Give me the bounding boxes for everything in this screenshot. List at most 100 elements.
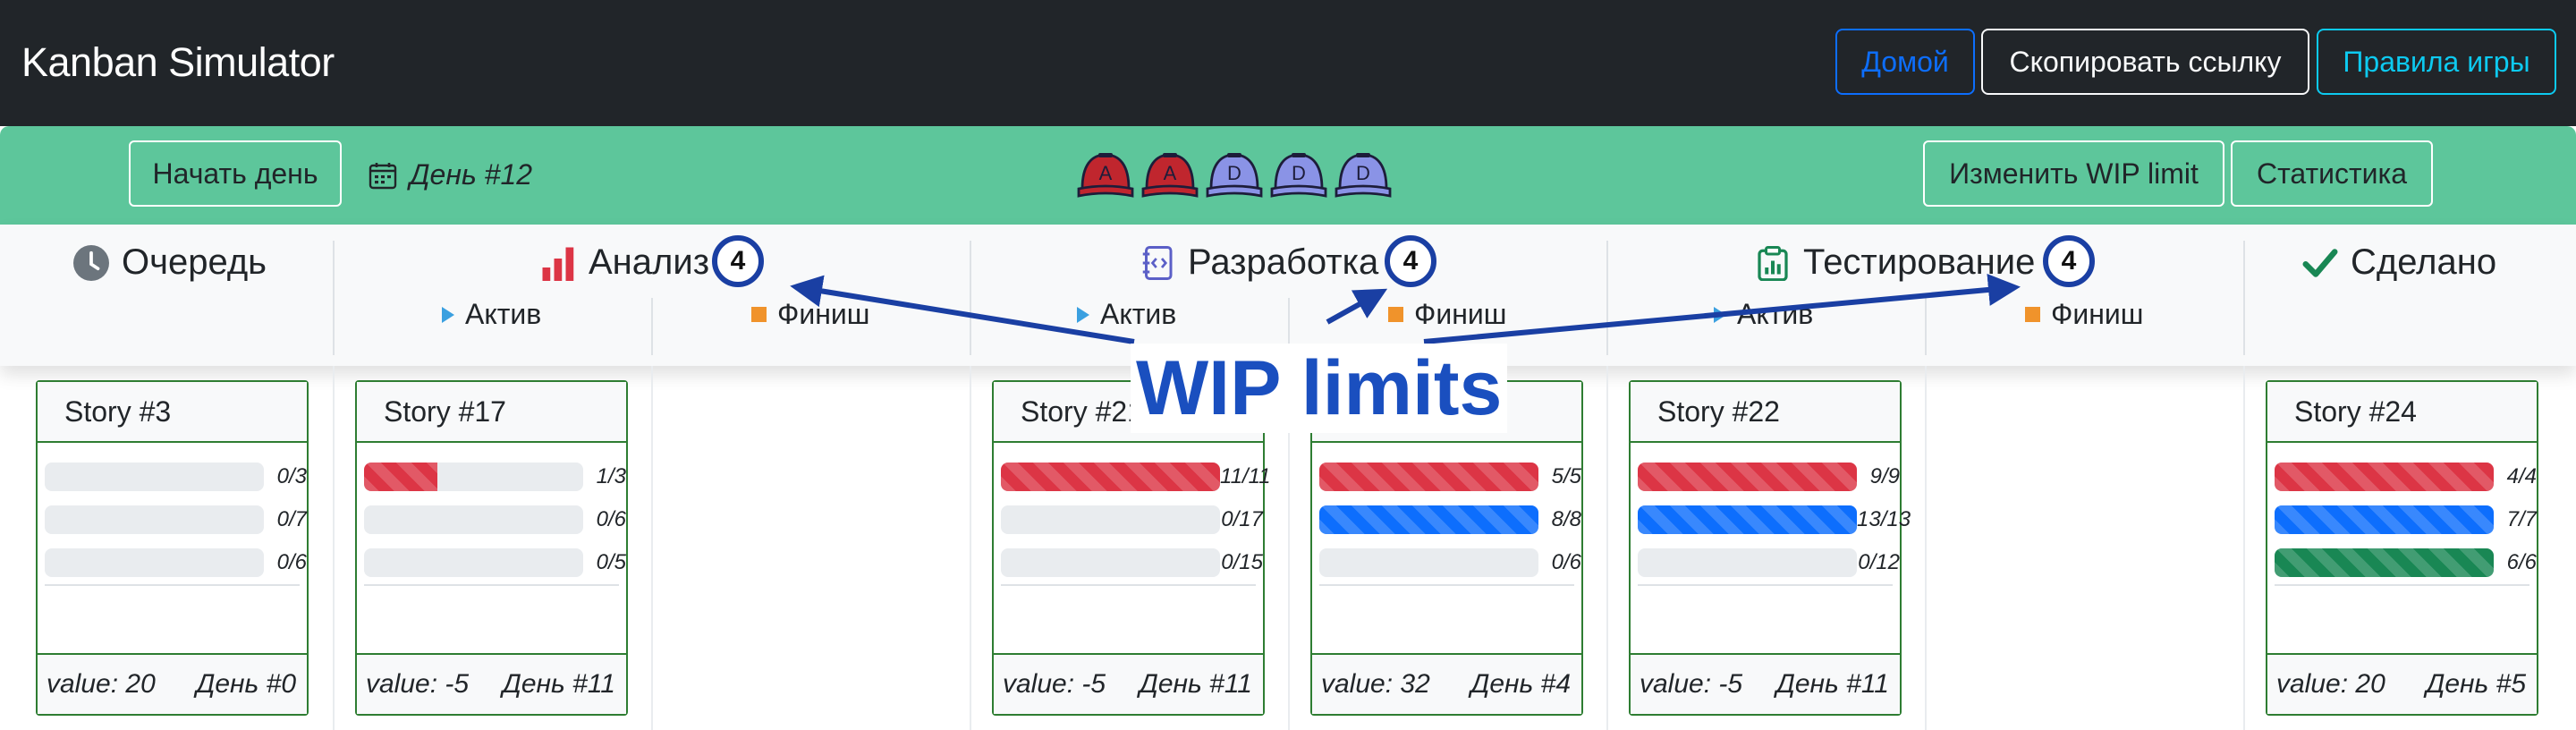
story-card[interactable]: Story #21 11/11 0/17 0/15 value: -5 День #11 xyxy=(992,380,1271,716)
progress-row: 11/11 xyxy=(1001,463,1271,491)
story-card[interactable]: Story #17 1/3 0/6 0/5 value: -5 День #11 xyxy=(355,380,628,716)
progress-bar xyxy=(1001,548,1220,577)
progress-fill xyxy=(2275,548,2494,577)
progress-bar xyxy=(364,463,583,491)
change-wip-button[interactable]: Изменить WIP limit xyxy=(1923,140,2224,207)
story-card[interactable]: Story #9 5/5 8/8 0/6 value: 32 День #4 xyxy=(1310,380,1583,716)
team-member-cap-icon[interactable]: A xyxy=(1077,149,1134,208)
cap-icon: D xyxy=(1206,153,1263,198)
start-day-button[interactable]: Начать день xyxy=(129,140,342,207)
progress-bar xyxy=(364,548,583,577)
copy-link-button[interactable]: Скопировать ссылку xyxy=(1981,29,2309,95)
progress-row: 0/3 xyxy=(45,463,307,491)
analysis-finish-label: Финиш xyxy=(751,298,869,331)
progress-text: 5/5 xyxy=(1551,464,1581,488)
development-column-title: Разработка xyxy=(1140,242,1378,283)
board-divider xyxy=(1925,366,1927,730)
board-header: Очередь Анализ Актив Финиш Разработка Ак… xyxy=(0,225,2576,366)
home-button[interactable]: Домой xyxy=(1835,29,1975,95)
progress-row: 0/6 xyxy=(364,505,626,534)
story-card-footer: value: -5 День #11 xyxy=(357,653,626,714)
progress-bar xyxy=(45,505,264,534)
progress-row: 0/12 xyxy=(1638,548,1900,577)
card-divider xyxy=(364,584,619,586)
story-card-footer: value: 20 День #5 xyxy=(2267,653,2537,714)
play-icon xyxy=(442,306,454,323)
card-divider xyxy=(1319,584,1574,586)
progress-bar xyxy=(1001,505,1220,534)
progress-fill xyxy=(1319,505,1538,534)
progress-text: 8/8 xyxy=(1551,507,1581,531)
code-journal-icon xyxy=(1142,245,1173,280)
progress-bar xyxy=(1001,463,1220,491)
progress-row: 5/5 xyxy=(1319,463,1581,491)
story-card-title: Story #9 xyxy=(1312,382,1581,443)
progress-fill xyxy=(1001,463,1220,491)
cap-letter: D xyxy=(1292,162,1306,184)
progress-row: 0/7 xyxy=(45,505,307,534)
progress-text: 0/5 xyxy=(596,550,626,574)
bar-chart-icon xyxy=(542,247,574,281)
column-divider xyxy=(970,241,971,355)
card-divider xyxy=(1638,584,1893,586)
board-divider xyxy=(1606,366,1608,730)
progress-text: 6/6 xyxy=(2506,550,2537,574)
board-divider xyxy=(333,366,335,730)
done-title-text: Сделано xyxy=(2351,242,2497,282)
progress-text: 0/15 xyxy=(1221,550,1263,574)
progress-text: 13/13 xyxy=(1857,507,1911,531)
cap-icon: A xyxy=(1077,153,1134,198)
progress-row: 7/7 xyxy=(2275,505,2537,534)
team-member-cap-icon[interactable]: D xyxy=(1335,149,1392,208)
brand-title[interactable]: Kanban Simulator xyxy=(21,39,335,86)
development-active-text: Актив xyxy=(1100,298,1177,330)
team-member-cap-icon[interactable]: D xyxy=(1206,149,1263,208)
progress-bar xyxy=(2275,548,2494,577)
story-card[interactable]: Story #22 9/9 13/13 0/12 value: -5 День #11 xyxy=(1629,380,1911,716)
day-indicator: День #12 xyxy=(369,158,532,191)
story-value: value: -5 xyxy=(1003,669,1106,699)
analysis-finish-text: Финиш xyxy=(777,298,870,330)
check-icon xyxy=(2302,248,2338,277)
progress-row: 8/8 xyxy=(1319,505,1581,534)
story-card-footer: value: 20 День #0 xyxy=(38,653,307,714)
clipboard-data-icon xyxy=(1758,245,1788,281)
cap-letter: D xyxy=(1356,162,1370,184)
progress-row: 4/4 xyxy=(2275,463,2537,491)
board-divider xyxy=(970,366,971,730)
story-card[interactable]: Story #24 4/4 7/7 6/6 value: 20 День #5 xyxy=(2266,380,2538,716)
play-icon xyxy=(1077,306,1089,323)
column-divider xyxy=(333,241,335,355)
board-divider xyxy=(1288,366,1290,730)
testing-title-text: Тестирование xyxy=(1803,242,2036,282)
testing-active-label: Актив xyxy=(1714,298,1813,331)
team-member-cap-icon[interactable]: D xyxy=(1270,149,1327,208)
statistics-button[interactable]: Статистика xyxy=(2231,140,2433,207)
cap-icon: D xyxy=(1335,153,1392,198)
square-icon xyxy=(1388,307,1403,322)
progress-bar xyxy=(2275,463,2494,491)
analysis-active-label: Актив xyxy=(442,298,541,331)
story-day: День #4 xyxy=(1470,669,1571,699)
progress-text: 0/6 xyxy=(596,507,626,531)
story-card-title: Story #3 xyxy=(38,382,307,443)
testing-finish-label: Финиш xyxy=(2025,298,2143,331)
progress-fill xyxy=(364,463,437,491)
development-title-text: Разработка xyxy=(1188,242,1379,282)
analysis-column-title: Анализ xyxy=(540,242,709,283)
progress-text: 7/7 xyxy=(2506,507,2537,531)
story-card-footer: value: -5 День #11 xyxy=(1631,653,1900,714)
testing-finish-text: Финиш xyxy=(2051,298,2144,330)
progress-row: 0/5 xyxy=(364,548,626,577)
team-member-cap-icon[interactable]: A xyxy=(1141,149,1199,208)
development-finish-label: Финиш xyxy=(1388,298,1506,331)
rules-button[interactable]: Правила игры xyxy=(2317,29,2556,95)
done-column-title: Сделано xyxy=(2302,242,2496,283)
analysis-title-text: Анализ xyxy=(589,242,710,282)
story-value: value: -5 xyxy=(366,669,470,699)
story-value: value: 20 xyxy=(47,669,156,699)
story-card[interactable]: Story #3 0/3 0/7 0/6 value: 20 День #0 xyxy=(36,380,309,716)
cap-icon: D xyxy=(1270,153,1327,198)
story-value: value: -5 xyxy=(1640,669,1743,699)
progress-bar xyxy=(1638,548,1857,577)
